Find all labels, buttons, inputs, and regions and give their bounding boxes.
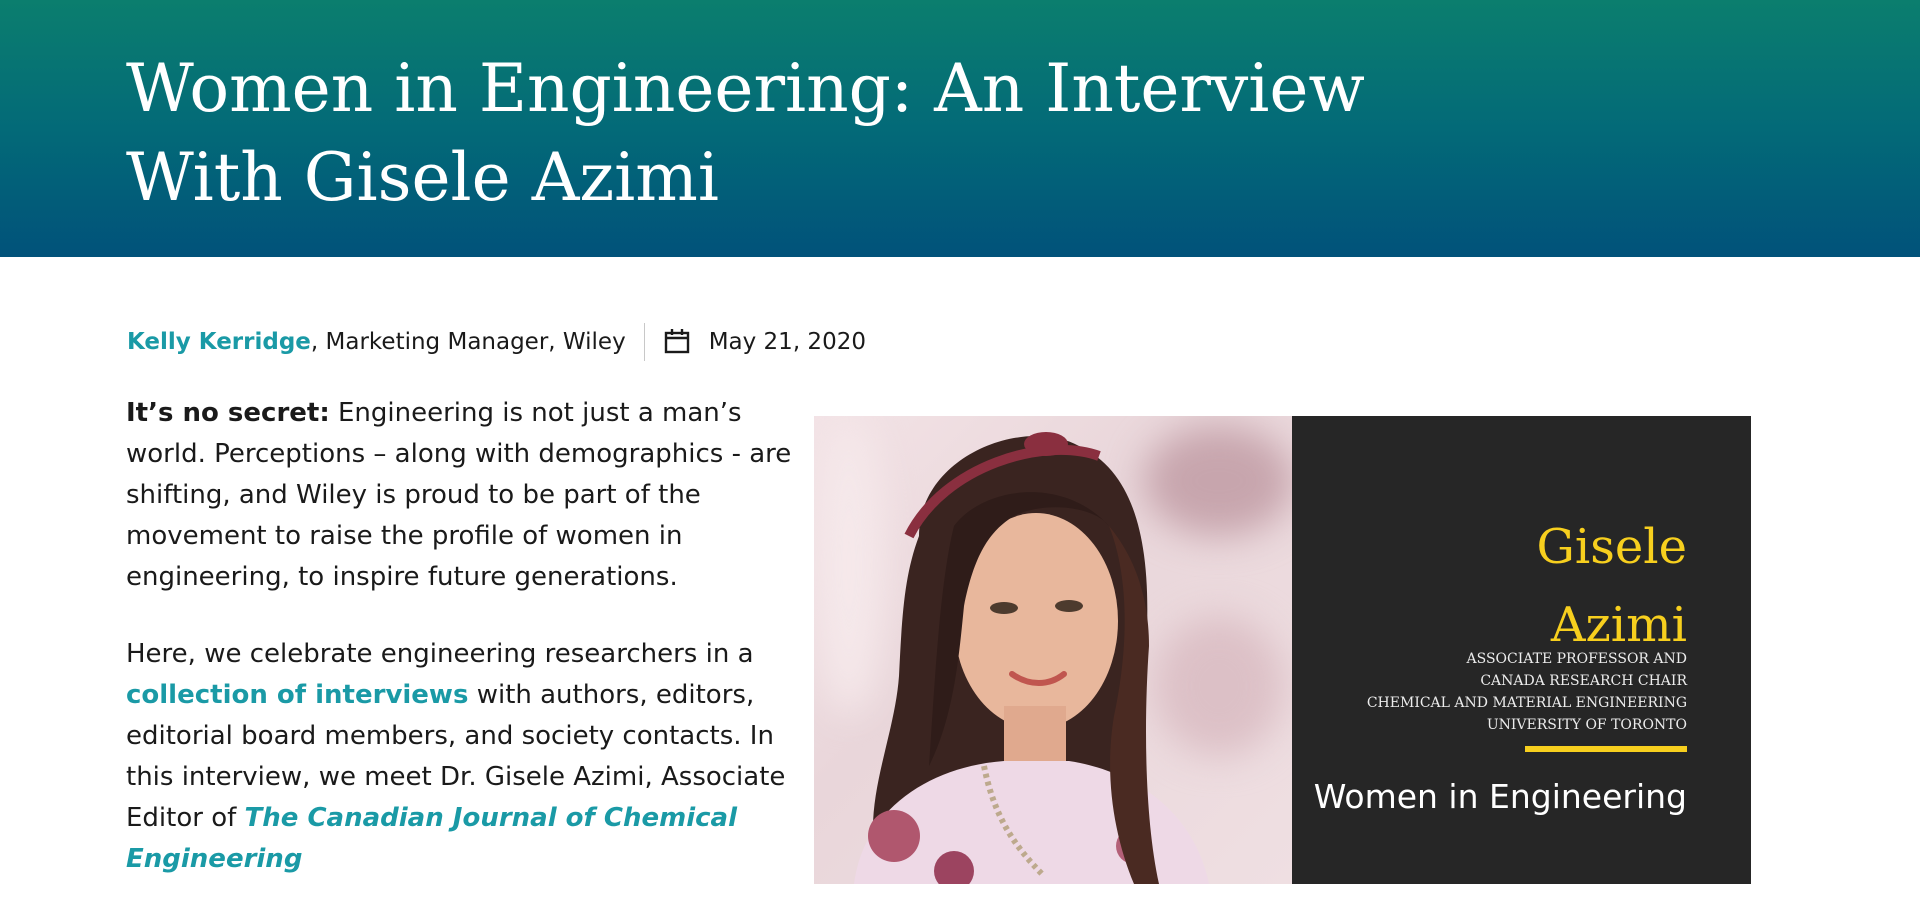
article-byline: Kelly Kerridge , Marketing Manager, Wile… [127,320,866,364]
series-tagline: Women in Engineering [1313,777,1687,816]
byline-divider [643,323,645,361]
title-line: University of Toronto [1486,717,1687,733]
interviews-collection-link[interactable]: collection of interviews [126,680,468,710]
second-paragraph-start: Here, we celebrate engineering researche… [126,639,754,669]
author-link[interactable]: Kelly Kerridge [127,329,311,355]
title-line: Chemical and Material Engineering [1366,695,1687,711]
article-body: It’s no secret: Engineering is not just … [126,393,796,916]
page-title: Women in Engineering: An Interview With … [126,50,1365,216]
title-line: Canada Research Chair [1480,673,1687,689]
second-paragraph: Here, we celebrate engineering researche… [126,634,796,880]
featured-name: Gisele Azimi [1536,519,1688,653]
accent-rule [1525,746,1687,752]
lead-in: It’s no secret: [126,398,330,428]
publish-date: May 21, 2020 [708,329,866,355]
title-line: Associate Professor and [1466,651,1687,667]
intro-paragraph: It’s no secret: Engineering is not just … [126,393,796,598]
feature-image: Gisele Azimi Associate Professor and Can… [814,416,1751,884]
portrait-photo [814,416,1292,884]
featured-titles: Associate Professor and Canada Research … [1367,648,1687,736]
name-panel: Gisele Azimi Associate Professor and Can… [1292,416,1751,884]
author-role: , Marketing Manager, Wiley [310,329,626,355]
page-header: Women in Engineering: An Interview With … [0,0,1920,257]
calendar-icon [663,327,693,357]
